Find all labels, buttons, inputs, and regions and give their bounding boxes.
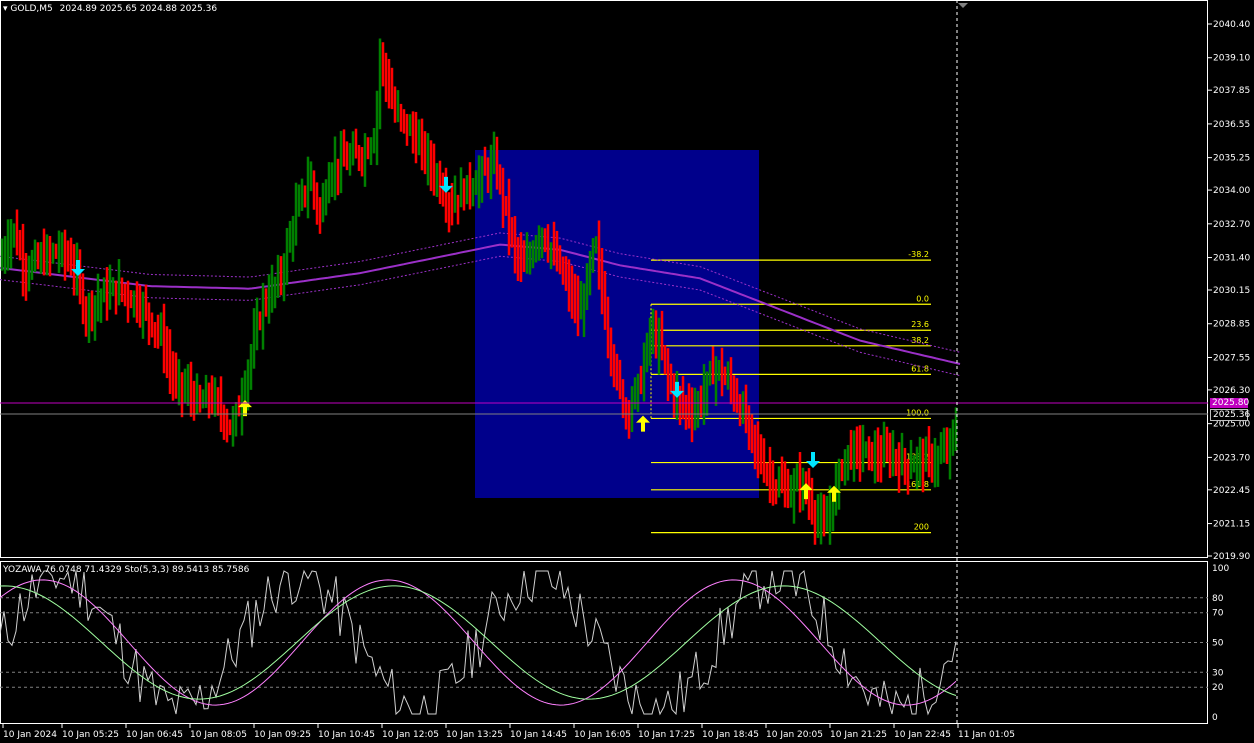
chart-header: ▾ GOLD,M5 2024.89 2025.65 2024.88 2025.3… xyxy=(3,4,217,14)
time-tick-label: 10 Jan 09:25 xyxy=(254,730,311,740)
time-tick-label: 10 Jan 2024 xyxy=(3,730,57,740)
time-tick-label: 10 Jan 10:45 xyxy=(318,730,375,740)
time-tick-label: 10 Jan 22:45 xyxy=(894,730,951,740)
fib-level-label: 100.0 xyxy=(906,408,929,417)
osc-level-label: 30 xyxy=(1212,668,1224,678)
fib-level-label: 200 xyxy=(914,523,929,532)
symbol-label: GOLD,M5 xyxy=(10,4,53,14)
time-tick-label: 10 Jan 13:25 xyxy=(446,730,503,740)
magenta-price-tag: 2025.80 xyxy=(1210,398,1250,408)
time-tick-label: 10 Jan 18:45 xyxy=(702,730,759,740)
price-tick-label: 2039.10 xyxy=(1213,54,1250,64)
time-tick-label: 10 Jan 12:05 xyxy=(382,730,439,740)
highlight-box[interactable] xyxy=(475,150,759,498)
time-axis: 10 Jan 2024 10 Jan 05:25 10 Jan 06:45 10 Ja… xyxy=(2,724,1015,740)
chart-canvas[interactable]: -38.20.023.638.261.8100.0138.2161.8200 2… xyxy=(0,0,1254,743)
price-tick-label: 2037.85 xyxy=(1213,86,1250,96)
current-price-tag: 2025.36 xyxy=(1210,409,1250,421)
osc-level-label: 50 xyxy=(1212,639,1224,649)
price-tick-label: 2026.30 xyxy=(1213,386,1250,396)
time-tick-label: 10 Jan 08:05 xyxy=(190,730,247,740)
time-tick-label: 10 Jan 16:05 xyxy=(574,730,631,740)
price-tick-label: 2035.25 xyxy=(1213,154,1250,164)
time-tick-label: 10 Jan 20:05 xyxy=(766,730,823,740)
oscillator-axis: 100 80 70 50 30 20 0 xyxy=(1212,564,1229,723)
fib-level-label: 61.8 xyxy=(911,364,929,373)
price-tick-label: 2034.00 xyxy=(1213,186,1250,196)
time-tick-label: 10 Jan 14:45 xyxy=(510,730,567,740)
fib-level-label: 23.6 xyxy=(911,320,929,329)
osc-level-label: 20 xyxy=(1212,683,1224,693)
osc-level-label: 70 xyxy=(1212,609,1224,619)
price-axis: 2040.40 2039.10 2037.85 2036.55 2035.25 2034.… xyxy=(1208,20,1250,562)
time-tick-label: 10 Jan 17:25 xyxy=(638,730,695,740)
time-tick-label: 10 Jan 21:25 xyxy=(830,730,887,740)
price-tick-label: 2036.55 xyxy=(1213,120,1250,130)
price-tick-label: 2040.40 xyxy=(1213,20,1250,30)
price-tick-label: 2032.70 xyxy=(1213,220,1250,230)
menu-triangle-icon[interactable]: ▾ xyxy=(3,4,8,14)
time-tick-label: 11 Jan 01:05 xyxy=(958,730,1015,740)
indicator-label: YOZAWA 76.0748 71.4329 Sto(5,3,3) 89.541… xyxy=(3,565,250,575)
osc-level-label: 80 xyxy=(1212,594,1224,604)
price-tick-label: 2028.85 xyxy=(1213,320,1250,330)
price-tick-label: 2019.90 xyxy=(1213,552,1250,562)
price-tick-label: 2030.15 xyxy=(1213,286,1250,296)
price-tick-label: 2022.45 xyxy=(1213,486,1250,496)
osc-level-label: 0 xyxy=(1212,713,1218,723)
ohlc-label: 2024.89 2025.65 2024.88 2025.36 xyxy=(59,4,218,14)
price-tick-label: 2027.55 xyxy=(1213,353,1250,363)
fib-level-label: 0.0 xyxy=(916,294,929,303)
osc-level-label: 100 xyxy=(1212,564,1229,574)
fib-level-label: -38.2 xyxy=(908,250,929,259)
price-tick-label: 2031.40 xyxy=(1213,254,1250,264)
fib-level-label: 38.2 xyxy=(911,336,929,345)
time-tick-label: 10 Jan 06:45 xyxy=(126,730,183,740)
time-tick-label: 10 Jan 05:25 xyxy=(62,730,119,740)
price-tick-label: 2023.70 xyxy=(1213,453,1250,463)
price-tick-label: 2025.00 xyxy=(1213,420,1250,430)
price-tick-label: 2021.15 xyxy=(1213,520,1250,530)
